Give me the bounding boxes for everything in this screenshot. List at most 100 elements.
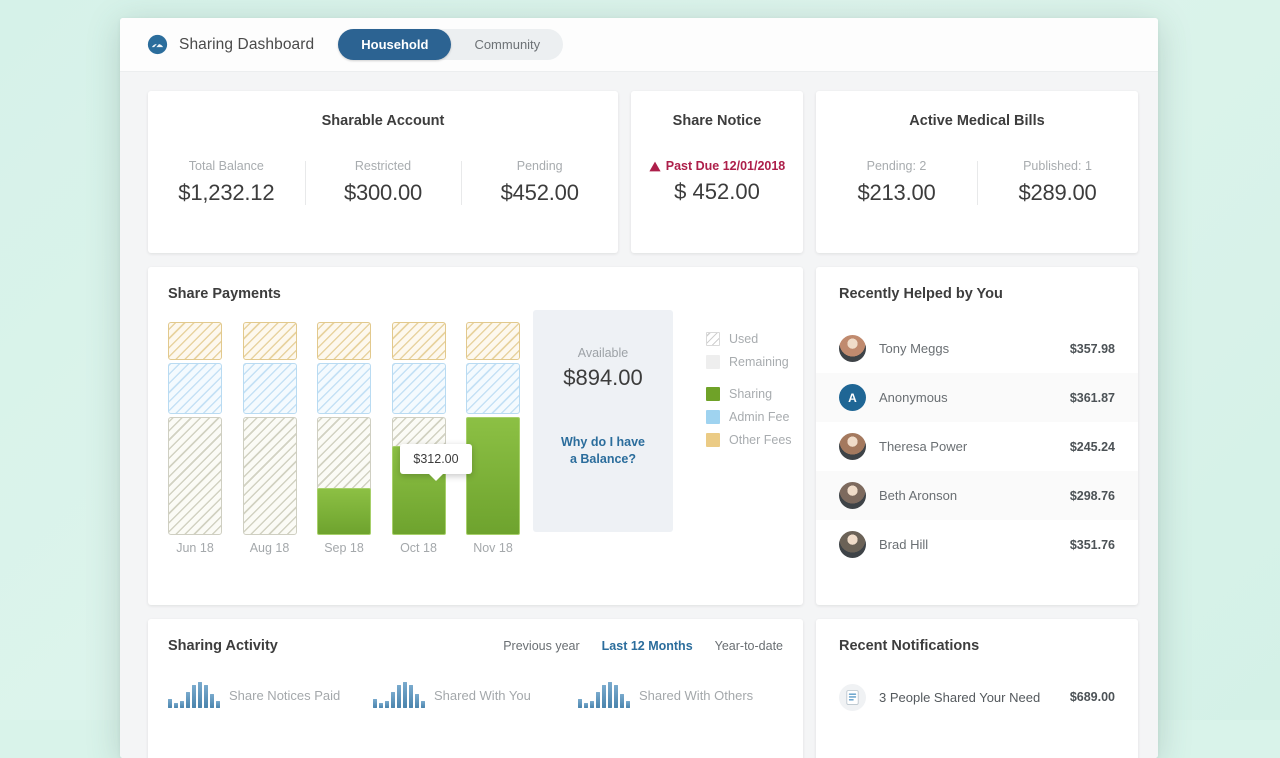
sparkline-bar xyxy=(397,685,401,708)
sharable-account-stats: Total Balance $1,232.12 Restricted $300.… xyxy=(148,159,618,206)
sparkline-bar xyxy=(584,703,588,708)
why-balance-link[interactable]: Why do I have a Balance? xyxy=(533,434,673,468)
app-header: Sharing Dashboard Household Community xyxy=(120,18,1158,72)
sharing-activity-card: Sharing Activity Previous year Last 12 M… xyxy=(148,619,803,758)
person-amount: $357.98 xyxy=(1069,341,1115,356)
list-item[interactable]: Beth Aronson $298.76 xyxy=(816,471,1138,520)
sparkline-bar xyxy=(192,685,196,708)
legend-item-remaining: Remaining xyxy=(706,350,816,373)
sparkline-bar xyxy=(596,692,600,708)
bar-column[interactable] xyxy=(317,322,371,535)
list-item[interactable]: A Anonymous $361.87 xyxy=(816,373,1138,422)
legend-label: Remaining xyxy=(729,354,789,369)
avatar xyxy=(839,433,866,460)
summary-cards-row: Sharable Account Total Balance $1,232.12… xyxy=(148,91,1144,253)
bar-column[interactable] xyxy=(466,322,520,535)
filter-previous-year[interactable]: Previous year xyxy=(503,639,579,653)
sparkline-bar xyxy=(590,701,594,708)
active-medical-bills-card: Active Medical Bills Pending: 2 $213.00 … xyxy=(816,91,1138,253)
chart-bars xyxy=(168,322,520,535)
bar-segment-admin-fee xyxy=(242,363,297,414)
list-item[interactable]: Theresa Power $245.24 xyxy=(816,422,1138,471)
bar-segment-sharing xyxy=(466,417,520,535)
activity-metric: Shared With You xyxy=(373,682,578,708)
sparkline-bar xyxy=(391,692,395,708)
legend-swatch-admin-fee xyxy=(706,409,720,424)
person-amount: $351.76 xyxy=(1069,537,1115,552)
share-payments-title: Share Payments xyxy=(168,286,281,302)
middle-row: Share Payments Jun 18 Aug 18 Sep 18 Oct 18 N… xyxy=(148,267,1144,605)
bar-segment-other-fees xyxy=(168,322,222,360)
activity-metric-label: Shared With You xyxy=(434,688,531,703)
stat-label: Pending: 2 xyxy=(866,159,927,173)
legend-label: Admin Fee xyxy=(729,409,790,424)
avatar xyxy=(839,531,866,558)
sparkline-bar xyxy=(379,703,383,708)
bar-segment-admin-fee xyxy=(317,363,371,414)
sparkline-bar xyxy=(168,699,172,708)
sparkline-bar xyxy=(620,694,624,708)
notification-item[interactable]: 3 People Shared Your Need $689.00 xyxy=(816,674,1138,720)
sparkline-bar xyxy=(174,703,178,708)
tab-household[interactable]: Household xyxy=(338,29,452,60)
sparkline-chart xyxy=(373,682,425,708)
person-name: Theresa Power xyxy=(879,439,968,454)
sparkline-bar xyxy=(415,694,419,708)
stat-value: $1,232.12 xyxy=(178,180,275,205)
legend-label: Sharing xyxy=(729,386,773,401)
recently-helped-title: Recently Helped by You xyxy=(839,286,1003,302)
sparkline-bar xyxy=(578,699,582,708)
legend-swatch-sharing xyxy=(706,386,720,401)
sparkline-bar xyxy=(608,682,612,708)
stat-pending: Pending $452.00 xyxy=(461,159,618,206)
stat-total-balance: Total Balance $1,232.12 xyxy=(148,159,305,206)
share-notice-card: Share Notice Past Due 12/01/2018 $ 452.0… xyxy=(631,91,803,253)
chart-tooltip: $312.00 xyxy=(400,444,472,474)
person-amount: $361.87 xyxy=(1069,390,1115,405)
list-item[interactable]: Brad Hill $351.76 xyxy=(816,520,1138,569)
stat-bills-published: Published: 1 $289.00 xyxy=(977,159,1138,206)
stat-bills-pending: Pending: 2 $213.00 xyxy=(816,159,977,206)
list-item[interactable]: Tony Meggs $357.98 xyxy=(816,324,1138,373)
bottom-row: Sharing Activity Previous year Last 12 M… xyxy=(148,619,1144,758)
x-axis-tick: Sep 18 xyxy=(324,541,364,555)
document-list-icon xyxy=(839,683,866,711)
why-balance-line1: Why do I have xyxy=(560,435,646,449)
share-notice-body: Past Due 12/01/2018 $ 452.00 xyxy=(631,159,803,205)
person-name: Beth Aronson xyxy=(879,488,958,503)
legend-item-used: Used xyxy=(706,327,816,350)
bar-column[interactable] xyxy=(242,322,297,535)
sparkline-bar xyxy=(198,682,202,708)
bar-column[interactable] xyxy=(391,322,446,535)
bar-column[interactable] xyxy=(168,322,222,535)
bar-segment-other-fees xyxy=(391,322,446,360)
filter-last-12-months[interactable]: Last 12 Months xyxy=(602,639,693,653)
person-amount: $245.24 xyxy=(1069,439,1115,454)
recently-helped-card: Recently Helped by You Tony Meggs $357.98… xyxy=(816,267,1138,605)
chart-legend: Used Remaining Sharing Admin Fee Other F… xyxy=(706,327,816,451)
filter-year-to-date[interactable]: Year-to-date xyxy=(715,639,783,653)
recent-notifications-card: Recent Notifications 3 People Shared You… xyxy=(816,619,1138,758)
view-tabs: Household Community xyxy=(338,29,564,60)
sharing-activity-title: Sharing Activity xyxy=(168,638,278,654)
x-axis-tick: Oct 18 xyxy=(400,541,437,555)
stat-value: $452.00 xyxy=(500,180,579,205)
sparkline-bar xyxy=(186,692,190,708)
available-balance-panel: Available $894.00 Why do I have a Balanc… xyxy=(533,310,673,532)
bar-segment-admin-fee xyxy=(466,363,520,414)
legend-swatch-other-fees xyxy=(706,432,720,447)
stat-label: Total Balance xyxy=(188,159,264,173)
activity-metric: Shared With Others xyxy=(578,682,783,708)
legend-item-other-fees: Other Fees xyxy=(706,428,816,451)
sparkline-bar xyxy=(421,701,425,708)
share-notice-amount: $ 452.00 xyxy=(674,179,760,204)
person-amount: $298.76 xyxy=(1069,488,1115,503)
legend-label: Other Fees xyxy=(729,432,792,447)
legend-swatch-remaining xyxy=(706,354,720,369)
available-value: $894.00 xyxy=(563,365,643,390)
tab-community[interactable]: Community xyxy=(451,29,563,60)
share-notice-title: Share Notice xyxy=(672,113,762,129)
share-payments-chart: Jun 18 Aug 18 Sep 18 Oct 18 Nov 18 $312.00 A… xyxy=(168,310,803,572)
bar-segment-admin-fee xyxy=(391,363,446,414)
person-name: Anonymous xyxy=(879,390,948,405)
